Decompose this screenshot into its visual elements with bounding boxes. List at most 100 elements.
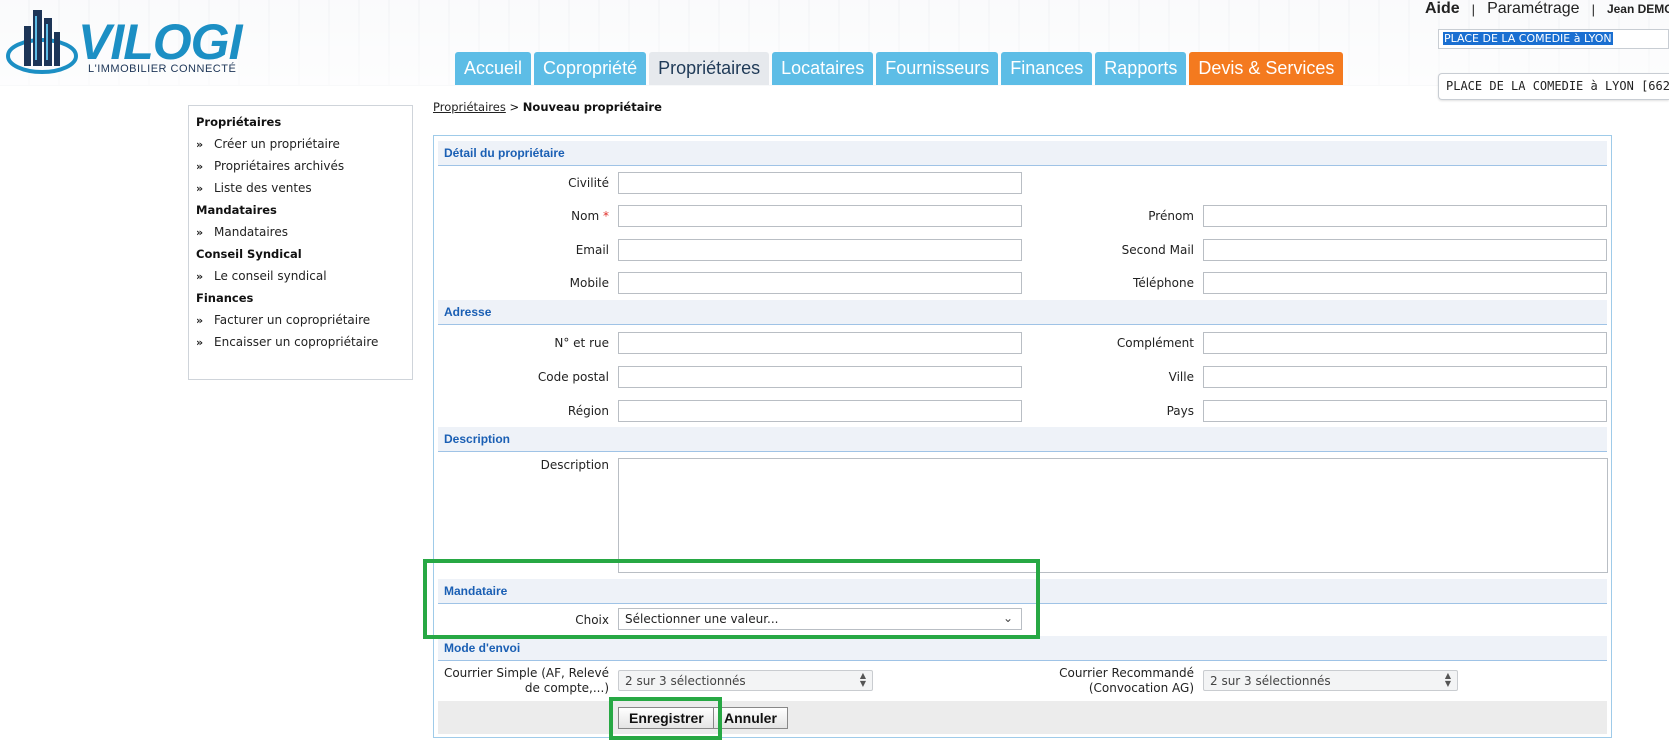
telephone-label: Téléphone xyxy=(1133,276,1194,290)
chevron-down-icon: ⌄ xyxy=(1002,611,1013,625)
pays-label: Pays xyxy=(1166,404,1194,418)
double-chevron-icon: » xyxy=(196,137,204,151)
tab-proprietaires[interactable]: Propriétaires xyxy=(649,52,770,85)
updown-arrows-icon: ▲ ▼ xyxy=(1444,671,1451,688)
sidebar-item-liste-ventes[interactable]: » Liste des ventes xyxy=(196,181,405,195)
code-postal-label: Code postal xyxy=(537,370,609,384)
double-chevron-icon: » xyxy=(196,269,204,283)
double-chevron-icon: » xyxy=(196,181,204,195)
courrier-simple-label-line2: de compte,...) xyxy=(524,681,609,695)
description-label: Description xyxy=(540,458,609,472)
tab-rapports[interactable]: Rapports xyxy=(1095,52,1187,85)
tab-copropriete[interactable]: Copropriété xyxy=(534,52,647,85)
no-rue-label: N° et rue xyxy=(554,336,609,350)
top-links: Aide | Paramétrage | Jean DEMO xyxy=(1425,0,1669,18)
sidebar-item-proprietaires-archives[interactable]: » Propriétaires archivés xyxy=(196,159,405,173)
courrier-reco-label-line1: Courrier Recommandé xyxy=(1059,666,1194,680)
sidebar-item-label: Encaisser un copropriétaire xyxy=(214,335,379,349)
user-name[interactable]: Jean DEMO xyxy=(1607,2,1669,16)
prenom-field[interactable] xyxy=(1203,205,1607,227)
cancel-button[interactable]: Annuler xyxy=(713,707,788,729)
courrier-reco-label-line2: (Convocation AG) xyxy=(1088,681,1194,695)
courrier-simple-value: 2 sur 3 sélectionnés xyxy=(625,674,746,688)
courrier-recommande-label: Courrier Recommandé (Convocation AG) xyxy=(994,666,1194,696)
double-chevron-icon: » xyxy=(196,335,204,349)
tab-fournisseurs[interactable]: Fournisseurs xyxy=(876,52,999,85)
description-textarea[interactable] xyxy=(618,458,1608,573)
separator: | xyxy=(1591,1,1595,17)
sidebar-section-finances: Finances xyxy=(196,291,254,305)
separator: | xyxy=(1471,1,1476,17)
parametrage-link[interactable]: Paramétrage xyxy=(1487,0,1580,18)
mandataire-select-value: Sélectionner une valeur... xyxy=(625,612,779,626)
form-actions-bar: Enregistrer Annuler xyxy=(438,701,1607,734)
logo-subtitle: L'IMMOBILIER CONNECTÉ xyxy=(88,63,237,75)
ville-label: Ville xyxy=(1168,370,1194,384)
email-label: Email xyxy=(575,243,609,257)
vilogi-logo[interactable]: VILOGI L'IMMOBILIER CONNECTÉ xyxy=(6,6,266,82)
code-postal-field[interactable] xyxy=(618,366,1022,388)
no-rue-field[interactable] xyxy=(618,332,1022,354)
region-label: Région xyxy=(567,404,609,418)
sidebar-section-mandataires: Mandataires xyxy=(196,203,277,217)
breadcrumb-current: Nouveau propriétaire xyxy=(522,100,662,114)
tab-accueil[interactable]: Accueil xyxy=(455,52,532,85)
sidebar-item-encaisser[interactable]: » Encaisser un copropriétaire xyxy=(196,335,405,349)
section-mode-envoi: Mode d'envoi xyxy=(438,636,1607,661)
breadcrumb-proprietaires-link[interactable]: Propriétaires xyxy=(433,100,506,114)
sidebar-item-mandataires[interactable]: » Mandataires xyxy=(196,225,405,239)
choix-label: Choix xyxy=(575,613,609,627)
prenom-label: Prénom xyxy=(1148,209,1194,223)
courrier-recommande-multiselect[interactable]: 2 sur 3 sélectionnés ▲ ▼ xyxy=(1203,670,1458,691)
telephone-field[interactable] xyxy=(1203,272,1607,294)
section-adresse: Adresse xyxy=(438,300,1607,325)
courrier-simple-multiselect[interactable]: 2 sur 3 sélectionnés ▲ ▼ xyxy=(618,670,873,691)
double-chevron-icon: » xyxy=(196,159,204,173)
owner-form: Détail du propriétaire Civilité Nom * Pr… xyxy=(433,135,1612,738)
courrier-simple-label-line1: Courrier Simple (AF, Relevé xyxy=(443,666,609,680)
sidebar-item-label: Liste des ventes xyxy=(214,181,312,195)
tab-locataires[interactable]: Locataires xyxy=(772,52,874,85)
mandataire-select[interactable]: Sélectionner une valeur... ⌄ xyxy=(618,608,1022,630)
save-button[interactable]: Enregistrer xyxy=(618,707,715,729)
sidebar-item-facturer[interactable]: » Facturer un copropriétaire xyxy=(196,313,405,327)
sidebar: Propriétaires » Créer un propriétaire » … xyxy=(188,105,413,380)
residence-dropdown-option[interactable]: PLACE DE LA COMEDIE à LYON [6620] xyxy=(1438,73,1669,100)
nom-label-text: Nom xyxy=(571,209,600,223)
section-description: Description xyxy=(438,427,1607,452)
sidebar-item-label: Facturer un copropriétaire xyxy=(214,313,371,327)
double-chevron-icon: » xyxy=(196,313,204,327)
sidebar-item-creer-proprietaire[interactable]: » Créer un propriétaire xyxy=(196,137,405,151)
mobile-label: Mobile xyxy=(569,276,609,290)
second-mail-field[interactable] xyxy=(1203,239,1607,261)
sidebar-section-proprietaires: Propriétaires xyxy=(196,115,282,129)
logo-text: VILOGI xyxy=(78,14,242,70)
main-nav: Accueil Copropriété Propriétaires Locata… xyxy=(455,52,1344,85)
email-field[interactable] xyxy=(618,239,1022,261)
nom-label: Nom * xyxy=(434,209,609,223)
sidebar-item-label: Propriétaires archivés xyxy=(214,159,345,173)
civilite-label: Civilité xyxy=(568,176,609,190)
updown-arrows-icon: ▲ ▼ xyxy=(859,671,866,688)
complement-field[interactable] xyxy=(1203,332,1607,354)
tab-devis-services[interactable]: Devis & Services xyxy=(1189,52,1344,85)
ville-field[interactable] xyxy=(1203,366,1607,388)
tab-finances[interactable]: Finances xyxy=(1001,52,1093,85)
required-asterisk: * xyxy=(603,209,609,223)
region-field[interactable] xyxy=(618,400,1022,422)
complement-label: Complément xyxy=(1116,336,1194,350)
double-chevron-icon: » xyxy=(196,225,204,239)
app-header: VILOGI L'IMMOBILIER CONNECTÉ Accueil Cop… xyxy=(0,0,1669,86)
breadcrumb-separator: > xyxy=(509,100,520,114)
civilite-field[interactable] xyxy=(618,172,1022,194)
sidebar-item-label: Créer un propriétaire xyxy=(214,137,340,151)
sidebar-item-label: Mandataires xyxy=(214,225,288,239)
nom-field[interactable] xyxy=(618,205,1022,227)
mobile-field[interactable] xyxy=(618,272,1022,294)
pays-field[interactable] xyxy=(1203,400,1607,422)
second-mail-label: Second Mail xyxy=(1121,243,1194,257)
residence-search-input[interactable]: PLACE DE LA COMEDIE à LYON xyxy=(1438,29,1669,49)
sidebar-item-conseil-syndical[interactable]: » Le conseil syndical xyxy=(196,269,405,283)
courrier-reco-value: 2 sur 3 sélectionnés xyxy=(1210,674,1331,688)
aide-link[interactable]: Aide xyxy=(1425,0,1460,18)
